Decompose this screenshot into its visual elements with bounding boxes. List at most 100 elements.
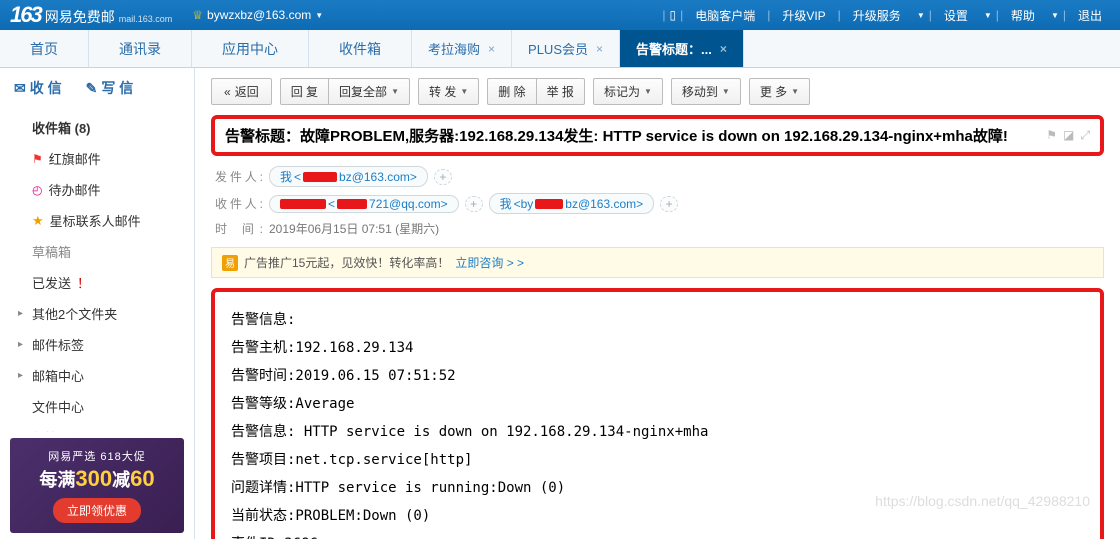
body-line: 告警项目:net.tcp.service[http] — [231, 446, 1084, 474]
folder-inbox[interactable]: 收件箱 (8) — [0, 112, 194, 143]
user-menu[interactable]: ♕ bywzxbz@163.com ▼ — [192, 8, 323, 22]
chevron-down-icon: ▼ — [1051, 11, 1059, 20]
chevron-down-icon: ▼ — [984, 11, 992, 20]
ad-bar: 易 广告推广15元起，见效快！转化率高！ 立即咨询 > > — [211, 247, 1104, 278]
tab-apps[interactable]: 应用中心 — [192, 30, 309, 67]
move-button[interactable]: 移动到▼ — [671, 78, 741, 105]
header-links: | ▯ | 电脑客户端| 升级VIP| 升级服务▼| 设置▼| 帮助▼| 退出 — [662, 7, 1110, 24]
promo-subtitle: 每满300减60 — [18, 466, 176, 492]
folder-tags[interactable]: ▸邮件标签 — [0, 329, 194, 360]
promo-cta-button[interactable]: 立即领优惠 — [53, 498, 141, 523]
chevron-down-icon: ▼ — [460, 87, 468, 96]
link-desktop[interactable]: 电脑客户端 — [687, 7, 763, 24]
ad-text: 广告推广15元起，见效快！转化率高！ — [244, 254, 449, 271]
top-header: 163 网易免费邮 mail.163.com ♕ bywzxbz@163.com… — [0, 0, 1120, 30]
link-logout[interactable]: 退出 — [1070, 7, 1110, 24]
folder-mailcenter[interactable]: ▸邮箱中心 — [0, 360, 194, 391]
mail-toolbar: «返回 回 复 回复全部▼ 转 发▼ 删 除 举 报 标记为▼ 移动到▼ 更 多… — [211, 78, 1104, 105]
sidebar: ✉ 收 信 ✎ 写 信 收件箱 (8) ⚑红旗邮件 ◴待办邮件 ★星标联系人邮件… — [0, 68, 195, 539]
to-row: 收件人: <721@qq.com> + 我<bybz@163.com> + — [215, 193, 1100, 214]
to-chip-2[interactable]: 我<bybz@163.com> — [489, 193, 655, 214]
tab-alert[interactable]: 告警标题：...× — [620, 30, 744, 67]
note-icon[interactable]: ◪ — [1063, 128, 1074, 143]
close-icon[interactable]: × — [720, 42, 727, 56]
folder-drafts[interactable]: 草稿箱 — [0, 236, 194, 267]
reply-all-button[interactable]: 回复全部▼ — [329, 78, 410, 105]
chevron-down-icon: ▼ — [791, 87, 799, 96]
folder-attachments[interactable]: 邮箱附件 — [0, 422, 194, 432]
from-chip[interactable]: 我<bz@163.com> — [269, 166, 428, 187]
time-row: 时 间: 2019年06月15日 07:51 (星期六) — [215, 220, 1100, 237]
chevron-right-icon: ▸ — [18, 308, 26, 319]
compose-button[interactable]: ✎ 写 信 — [86, 78, 134, 98]
chevron-right-icon: ▸ — [18, 370, 26, 381]
edit-icon: ✎ — [86, 80, 98, 97]
promo-title: 网易严选 618大促 — [18, 448, 176, 464]
add-contact-button[interactable]: + — [434, 169, 452, 185]
add-contact-button[interactable]: + — [660, 196, 678, 212]
mail-body-highlight: 告警信息: 告警主机:192.168.29.134 告警时间:2019.06.1… — [211, 288, 1104, 539]
chevron-down-icon: ▼ — [315, 11, 323, 20]
link-settings[interactable]: 设置 — [936, 7, 976, 24]
chevron-down-icon: ▼ — [722, 87, 730, 96]
body-line: 告警时间:2019.06.15 07:51:52 — [231, 362, 1084, 390]
reply-button[interactable]: 回 复 — [280, 78, 329, 105]
folder-filecenter[interactable]: 文件中心 — [0, 391, 194, 422]
close-icon[interactable]: × — [488, 42, 495, 56]
tab-inbox[interactable]: 收件箱 — [309, 30, 412, 67]
folder-flagged[interactable]: ⚑红旗邮件 — [0, 143, 194, 174]
link-help[interactable]: 帮助 — [1003, 7, 1043, 24]
from-label: 发件人: — [215, 168, 263, 185]
chevron-down-icon: ▼ — [917, 11, 925, 20]
time-label: 时 间: — [215, 220, 263, 237]
add-contact-button[interactable]: + — [465, 196, 483, 212]
body-line: 问题详情:HTTP service is running:Down (0) — [231, 474, 1084, 502]
to-chip-1[interactable]: <721@qq.com> — [269, 195, 459, 213]
tab-home[interactable]: 首页 — [0, 30, 89, 67]
subject-highlight: 告警标题：故障PROBLEM,服务器:192.168.29.134发生: HTT… — [211, 115, 1104, 156]
options-icon[interactable]: ⤢ — [1080, 128, 1090, 143]
logo-subtext: mail.163.com — [119, 14, 173, 24]
ad-icon: 易 — [222, 255, 238, 271]
link-upgrade[interactable]: 升级服务 — [845, 7, 909, 24]
promo-banner[interactable]: 网易严选 618大促 每满300减60 立即领优惠 — [10, 438, 184, 533]
body-line: 当前状态:PROBLEM:Down (0) — [231, 502, 1084, 530]
mail-time: 2019年06月15日 07:51 (星期六) — [269, 220, 439, 237]
receive-button[interactable]: ✉ 收 信 — [14, 78, 62, 98]
forward-button[interactable]: 转 发▼ — [418, 78, 479, 105]
mail-subject: 告警标题：故障PROBLEM,服务器:192.168.29.134发生: HTT… — [225, 125, 1046, 146]
body-line: 告警信息: HTTP service is down on 192.168.29… — [231, 418, 1084, 446]
flag-icon[interactable]: ⚑ — [1046, 128, 1057, 143]
link-vip[interactable]: 升级VIP — [774, 7, 833, 24]
user-email: bywzxbz@163.com — [207, 8, 311, 22]
mobile-icon[interactable]: ▯ — [669, 8, 676, 22]
report-button[interactable]: 举 报 — [537, 78, 585, 105]
ad-link[interactable]: 立即咨询 > > — [455, 254, 524, 271]
logo-text: 网易免费邮 — [45, 7, 115, 27]
delete-button[interactable]: 删 除 — [487, 78, 536, 105]
back-button[interactable]: «返回 — [211, 78, 272, 105]
folder-others[interactable]: ▸其他2个文件夹 — [0, 298, 194, 329]
mail-pane: «返回 回 复 回复全部▼ 转 发▼ 删 除 举 报 标记为▼ 移动到▼ 更 多… — [195, 68, 1120, 539]
chevron-down-icon: ▼ — [644, 87, 652, 96]
folder-sent[interactable]: 已发送！ — [0, 267, 194, 298]
tab-contacts[interactable]: 通讯录 — [89, 30, 192, 67]
body-line: 告警等级:Average — [231, 390, 1084, 418]
body-line: 告警主机:192.168.29.134 — [231, 334, 1084, 362]
flag-icon: ⚑ — [32, 152, 43, 166]
folder-starred[interactable]: ★星标联系人邮件 — [0, 205, 194, 236]
chevron-right-icon: ▸ — [18, 339, 26, 350]
tab-plus[interactable]: PLUS会员× — [512, 30, 620, 67]
chevron-down-icon: ▼ — [391, 87, 399, 96]
star-icon: ★ — [32, 213, 44, 229]
body-line: 事件ID:3686 — [231, 530, 1084, 539]
more-button[interactable]: 更 多▼ — [749, 78, 810, 105]
back-arrow-icon: « — [224, 85, 231, 99]
logo[interactable]: 163 网易免费邮 mail.163.com — [10, 2, 172, 28]
tab-kaola[interactable]: 考拉海购× — [412, 30, 512, 67]
mark-button[interactable]: 标记为▼ — [593, 78, 663, 105]
folder-todo[interactable]: ◴待办邮件 — [0, 174, 194, 205]
logo-number: 163 — [10, 2, 41, 28]
close-icon[interactable]: × — [596, 42, 603, 56]
inbox-icon: ✉ — [14, 80, 26, 97]
